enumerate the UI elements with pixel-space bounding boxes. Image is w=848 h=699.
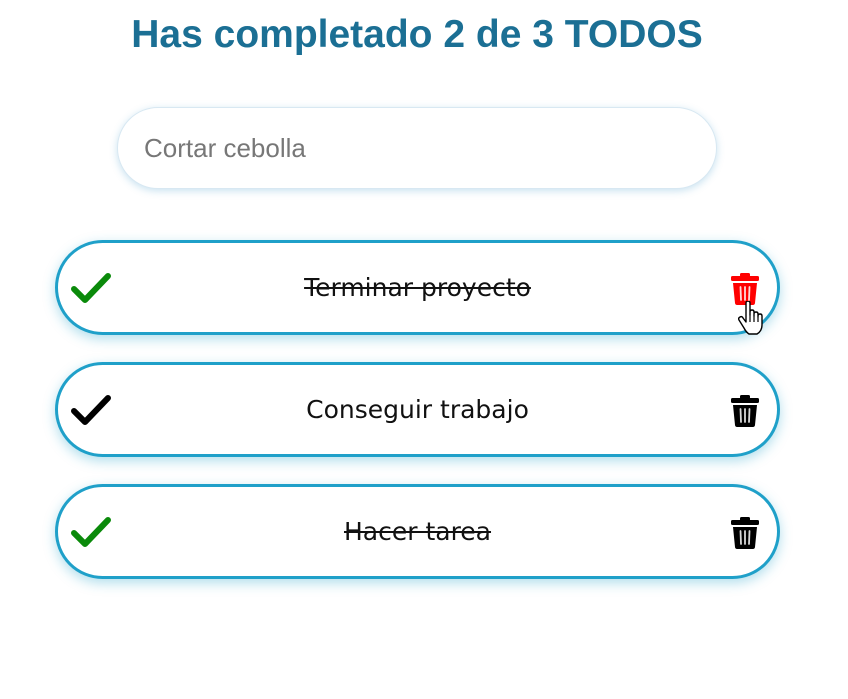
todo-text: Conseguir trabajo: [306, 395, 529, 424]
todo-list: Terminar proyecto Conseguir trabajo Hace…: [55, 240, 780, 606]
todo-app: Has completado 2 de 3 TODOS Terminar pro…: [0, 0, 848, 699]
todo-item: Hacer tarea: [55, 484, 780, 579]
page-title: Has completado 2 de 3 TODOS: [131, 13, 703, 56]
todo-text: Hacer tarea: [343, 517, 492, 546]
search-container: [117, 107, 717, 189]
trash-icon[interactable]: [731, 395, 759, 427]
check-icon[interactable]: [71, 272, 111, 304]
todo-text: Terminar proyecto: [304, 273, 531, 302]
check-icon[interactable]: [71, 516, 111, 548]
todo-search-input[interactable]: [117, 107, 717, 189]
todo-item: Conseguir trabajo: [55, 362, 780, 457]
hand-pointer-cursor-icon: [737, 300, 766, 335]
trash-icon[interactable]: [731, 517, 759, 549]
check-icon[interactable]: [71, 394, 111, 426]
todo-item: Terminar proyecto: [55, 240, 780, 335]
